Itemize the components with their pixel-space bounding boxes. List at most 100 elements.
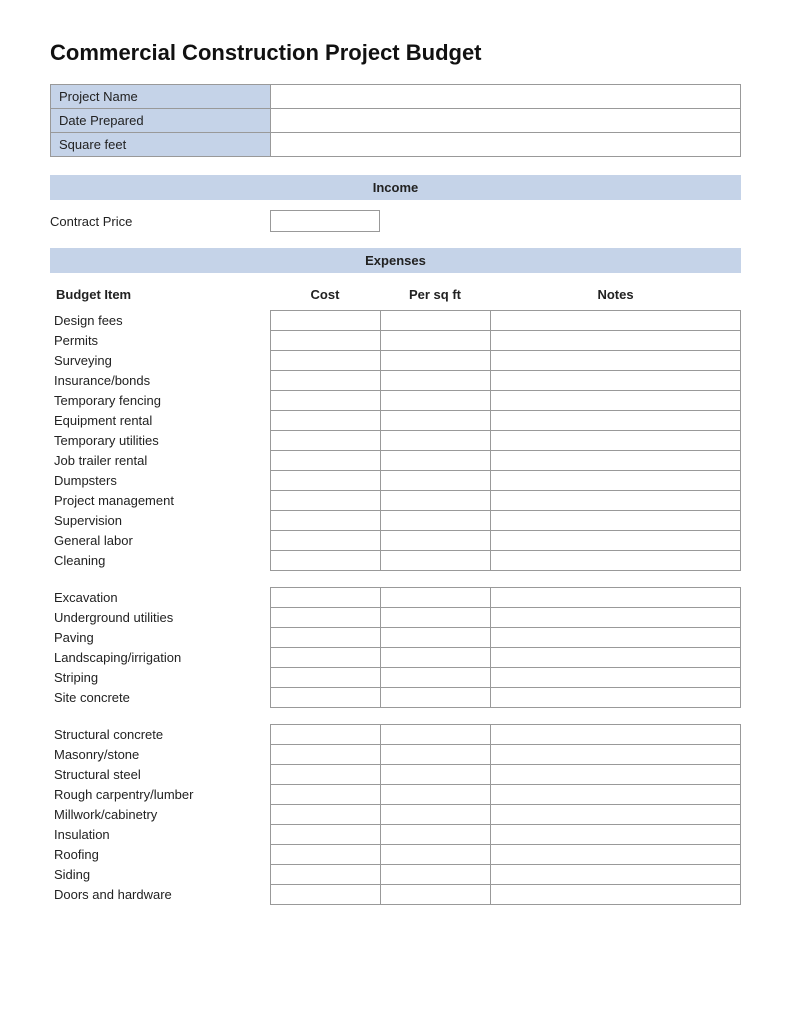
notes-cell[interactable] (490, 411, 741, 431)
cost-cell[interactable] (270, 608, 380, 628)
cost-cell[interactable] (270, 725, 380, 745)
info-value[interactable] (271, 133, 741, 157)
persqft-cell[interactable] (380, 491, 490, 511)
cost-cell[interactable] (270, 765, 380, 785)
cost-cell[interactable] (270, 391, 380, 411)
budget-group-1: Excavation Underground utilities Paving … (50, 587, 741, 708)
cost-cell[interactable] (270, 511, 380, 531)
persqft-cell[interactable] (380, 805, 490, 825)
notes-cell[interactable] (490, 391, 741, 411)
notes-cell[interactable] (490, 805, 741, 825)
col-header-persqft: Per sq ft (380, 283, 490, 306)
budget-item-label: Supervision (50, 511, 270, 531)
table-row: Excavation (50, 588, 741, 608)
persqft-cell[interactable] (380, 511, 490, 531)
notes-cell[interactable] (490, 885, 741, 905)
persqft-cell[interactable] (380, 668, 490, 688)
persqft-cell[interactable] (380, 411, 490, 431)
persqft-cell[interactable] (380, 608, 490, 628)
persqft-cell[interactable] (380, 628, 490, 648)
cost-cell[interactable] (270, 865, 380, 885)
persqft-cell[interactable] (380, 391, 490, 411)
cost-cell[interactable] (270, 351, 380, 371)
notes-cell[interactable] (490, 608, 741, 628)
notes-cell[interactable] (490, 491, 741, 511)
budget-item-label: Structural steel (50, 765, 270, 785)
cost-cell[interactable] (270, 311, 380, 331)
cost-cell[interactable] (270, 688, 380, 708)
budget-group-2: Structural concrete Masonry/stone Struct… (50, 724, 741, 905)
notes-cell[interactable] (490, 845, 741, 865)
cost-cell[interactable] (270, 531, 380, 551)
notes-cell[interactable] (490, 551, 741, 571)
notes-cell[interactable] (490, 765, 741, 785)
persqft-cell[interactable] (380, 765, 490, 785)
notes-cell[interactable] (490, 471, 741, 491)
persqft-cell[interactable] (380, 785, 490, 805)
persqft-cell[interactable] (380, 471, 490, 491)
notes-cell[interactable] (490, 825, 741, 845)
notes-cell[interactable] (490, 351, 741, 371)
persqft-cell[interactable] (380, 845, 490, 865)
cost-cell[interactable] (270, 885, 380, 905)
persqft-cell[interactable] (380, 351, 490, 371)
table-row: Project management (50, 491, 741, 511)
cost-cell[interactable] (270, 628, 380, 648)
cost-cell[interactable] (270, 648, 380, 668)
cost-cell[interactable] (270, 331, 380, 351)
persqft-cell[interactable] (380, 311, 490, 331)
cost-cell[interactable] (270, 785, 380, 805)
notes-cell[interactable] (490, 688, 741, 708)
notes-cell[interactable] (490, 531, 741, 551)
contract-price-input[interactable] (270, 210, 380, 232)
notes-cell[interactable] (490, 331, 741, 351)
notes-cell[interactable] (490, 311, 741, 331)
persqft-cell[interactable] (380, 865, 490, 885)
table-row: Cleaning (50, 551, 741, 571)
table-row: Rough carpentry/lumber (50, 785, 741, 805)
persqft-cell[interactable] (380, 725, 490, 745)
persqft-cell[interactable] (380, 331, 490, 351)
persqft-cell[interactable] (380, 825, 490, 845)
cost-cell[interactable] (270, 411, 380, 431)
table-row: Paving (50, 628, 741, 648)
persqft-cell[interactable] (380, 688, 490, 708)
cost-cell[interactable] (270, 845, 380, 865)
persqft-cell[interactable] (380, 648, 490, 668)
info-value[interactable] (271, 85, 741, 109)
cost-cell[interactable] (270, 668, 380, 688)
cost-cell[interactable] (270, 471, 380, 491)
cost-cell[interactable] (270, 371, 380, 391)
persqft-cell[interactable] (380, 431, 490, 451)
cost-cell[interactable] (270, 825, 380, 845)
notes-cell[interactable] (490, 431, 741, 451)
cost-cell[interactable] (270, 588, 380, 608)
notes-cell[interactable] (490, 371, 741, 391)
persqft-cell[interactable] (380, 531, 490, 551)
persqft-cell[interactable] (380, 885, 490, 905)
persqft-cell[interactable] (380, 371, 490, 391)
persqft-cell[interactable] (380, 745, 490, 765)
notes-cell[interactable] (490, 668, 741, 688)
notes-cell[interactable] (490, 511, 741, 531)
notes-cell[interactable] (490, 648, 741, 668)
notes-cell[interactable] (490, 725, 741, 745)
cost-cell[interactable] (270, 805, 380, 825)
table-row: Roofing (50, 845, 741, 865)
cost-cell[interactable] (270, 451, 380, 471)
persqft-cell[interactable] (380, 551, 490, 571)
notes-cell[interactable] (490, 865, 741, 885)
notes-cell[interactable] (490, 785, 741, 805)
persqft-cell[interactable] (380, 451, 490, 471)
budget-item-label: Structural concrete (50, 725, 270, 745)
notes-cell[interactable] (490, 451, 741, 471)
cost-cell[interactable] (270, 491, 380, 511)
cost-cell[interactable] (270, 551, 380, 571)
cost-cell[interactable] (270, 431, 380, 451)
info-value[interactable] (271, 109, 741, 133)
cost-cell[interactable] (270, 745, 380, 765)
notes-cell[interactable] (490, 628, 741, 648)
notes-cell[interactable] (490, 745, 741, 765)
persqft-cell[interactable] (380, 588, 490, 608)
notes-cell[interactable] (490, 588, 741, 608)
